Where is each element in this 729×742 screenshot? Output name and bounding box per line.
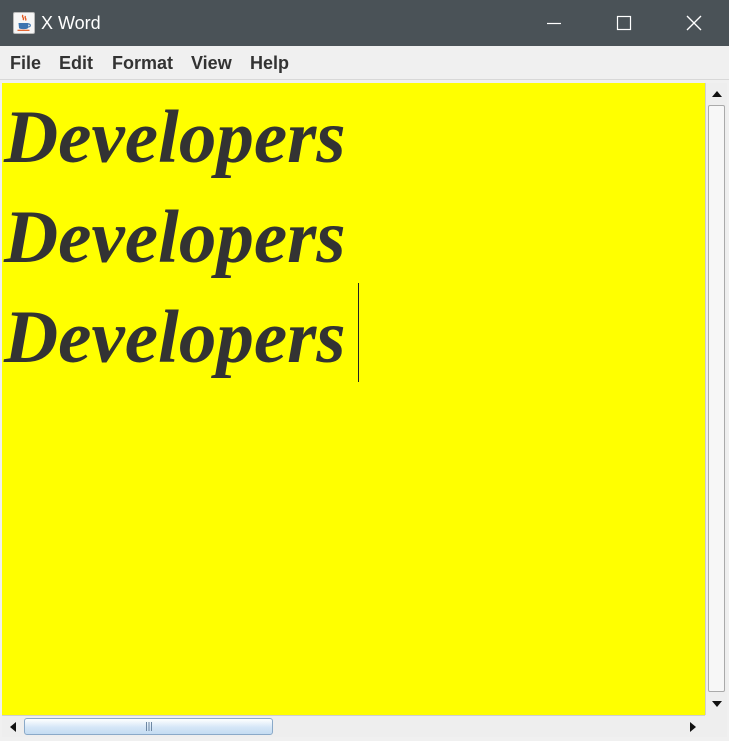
- close-button[interactable]: [659, 0, 729, 46]
- maximize-icon: [616, 15, 632, 31]
- editor-line: Developers: [4, 196, 346, 279]
- editor-line: Developers: [4, 96, 346, 179]
- grip-icon: [146, 722, 152, 731]
- vertical-scrollbar[interactable]: [705, 83, 727, 715]
- maximize-button[interactable]: [589, 0, 659, 46]
- menu-view[interactable]: View: [191, 53, 232, 73]
- text-editor[interactable]: Developers Developers Developers: [2, 83, 705, 715]
- menu-file[interactable]: File: [10, 53, 41, 73]
- scrollbar-corner: [705, 715, 727, 737]
- scroll-left-button[interactable]: [3, 717, 23, 737]
- arrow-up-icon: [712, 91, 722, 97]
- vertical-scroll-thumb[interactable]: [708, 105, 725, 692]
- close-icon: [686, 15, 702, 31]
- app-window: X Word File Edit Format View Help Develo…: [0, 0, 729, 741]
- menu-help[interactable]: Help: [250, 53, 289, 73]
- menu-edit[interactable]: Edit: [59, 53, 93, 73]
- scroll-right-button[interactable]: [683, 717, 703, 737]
- minimize-button[interactable]: [519, 0, 589, 46]
- text-caret: [358, 283, 359, 382]
- scroll-up-button[interactable]: [707, 84, 727, 104]
- menu-bar: File Edit Format View Help: [0, 46, 729, 80]
- minimize-icon: [547, 22, 561, 25]
- arrow-left-icon: [10, 722, 16, 732]
- title-bar[interactable]: X Word: [0, 0, 729, 46]
- arrow-right-icon: [690, 722, 696, 732]
- horizontal-scroll-thumb[interactable]: [24, 718, 273, 735]
- horizontal-scrollbar[interactable]: [2, 715, 705, 737]
- menu-format[interactable]: Format: [112, 53, 173, 73]
- window-title: X Word: [41, 13, 101, 33]
- editor-line: Developers: [4, 296, 346, 379]
- scroll-down-button[interactable]: [707, 694, 727, 714]
- arrow-down-icon: [712, 701, 722, 707]
- java-cup-icon[interactable]: [13, 12, 35, 34]
